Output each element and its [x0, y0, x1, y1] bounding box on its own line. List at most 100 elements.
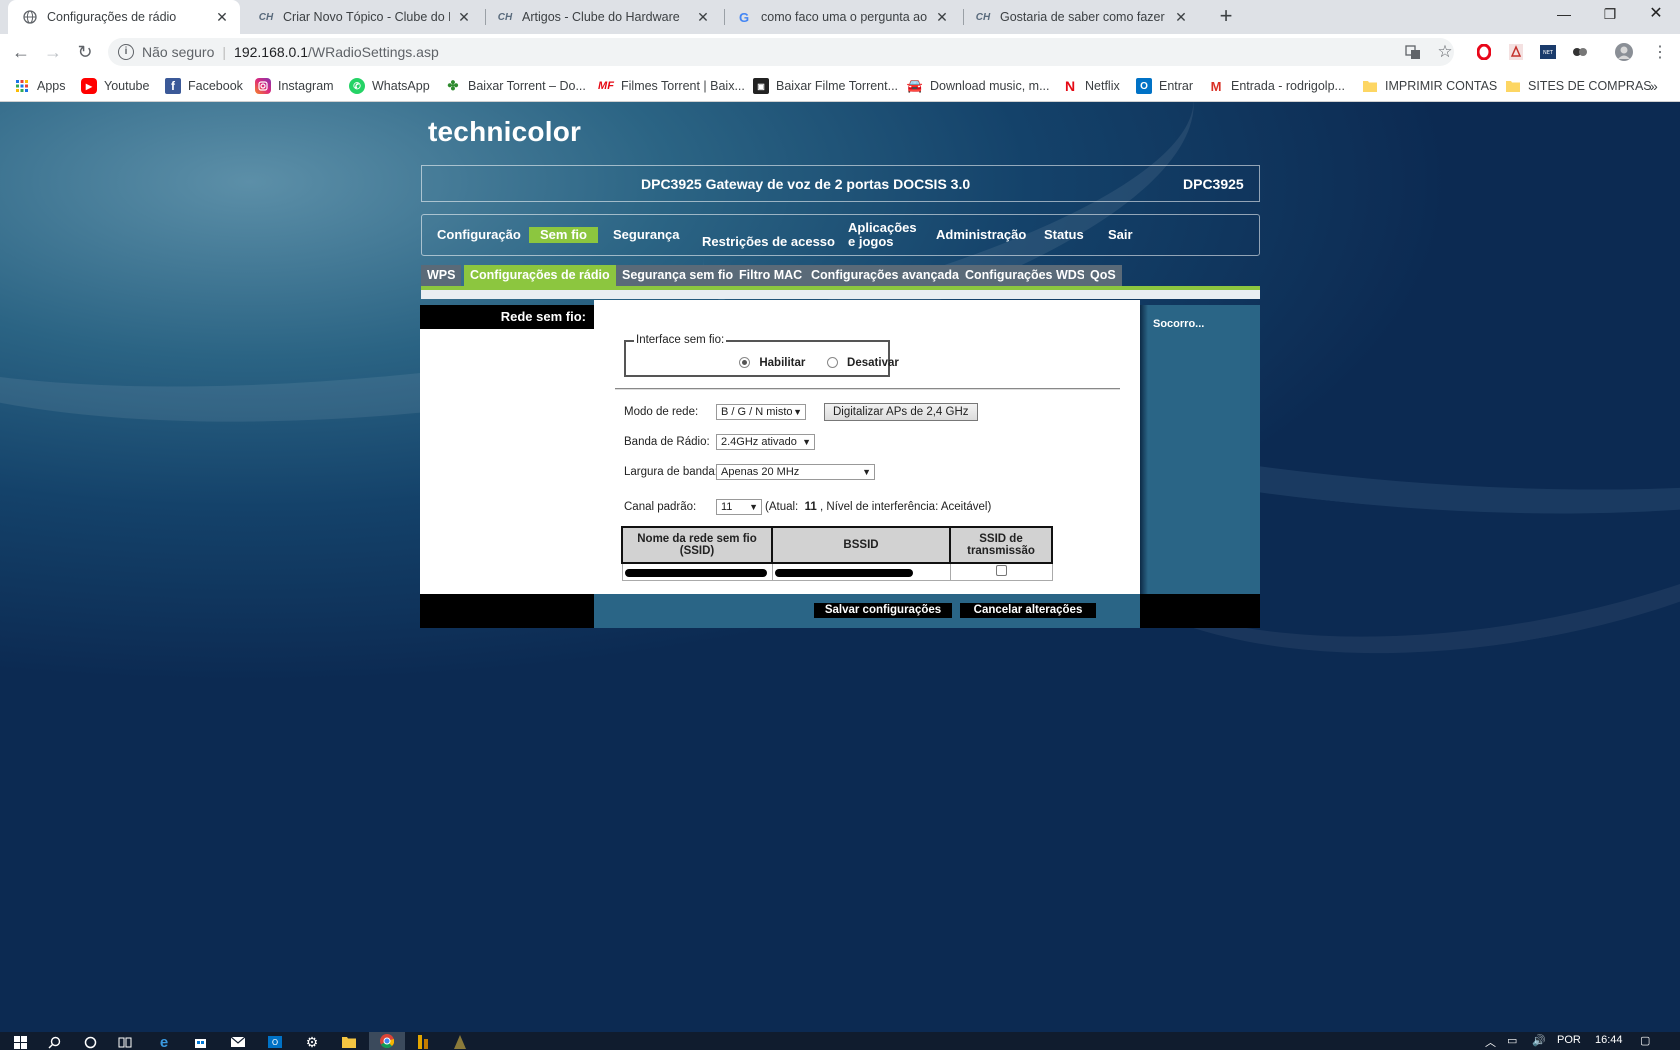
close-icon[interactable]: ✕ — [214, 9, 230, 26]
help-link[interactable]: Socorro... — [1153, 318, 1204, 330]
instagram-icon — [255, 78, 271, 94]
subnav-config-avancadas[interactable]: Configurações avançadas — [805, 265, 972, 286]
close-icon[interactable]: ✕ — [695, 9, 711, 26]
broadcast-checkbox[interactable] — [995, 564, 1007, 576]
subnav-config-radio[interactable]: Configurações de rádio — [464, 265, 616, 286]
nav-sair[interactable]: Sair — [1108, 228, 1133, 242]
bandwidth-value: Apenas 20 MHz — [721, 466, 800, 478]
channel-current: 11 — [804, 501, 817, 513]
radio-desativar-label: Desativar — [847, 356, 899, 369]
info-icon[interactable]: i — [118, 44, 134, 60]
cancel-changes-button[interactable]: Cancelar alterações — [960, 603, 1096, 618]
bookmark-entrar[interactable]: O Entrar — [1136, 77, 1193, 95]
bookmarks-overflow-icon[interactable]: » — [1650, 77, 1658, 95]
broadcast-cell — [949, 562, 1053, 581]
nav-administracao[interactable]: Administração — [936, 228, 1026, 242]
network-mode-select[interactable]: B / G / N misto ▼ — [716, 404, 806, 420]
bookmark-netflix[interactable]: N Netflix — [1062, 77, 1120, 95]
nav-restricoes[interactable]: Restrições de acesso — [702, 235, 835, 249]
address-bar[interactable]: i Não seguro | 192.168.0.1/WRadioSetting… — [108, 38, 1454, 66]
minimize-button[interactable]: — — [1541, 0, 1587, 30]
extensions-icon[interactable] — [1571, 43, 1589, 61]
bookmark-instagram[interactable]: Instagram — [255, 77, 334, 95]
bookmark-apps[interactable]: Apps — [14, 77, 66, 95]
new-tab-button[interactable]: + — [1213, 4, 1239, 30]
router-page: technicolor DPC3925 Gateway de voz de 2 … — [0, 102, 1680, 1032]
nav-sem-fio[interactable]: Sem fio — [529, 227, 598, 243]
profile-avatar[interactable] — [1615, 43, 1633, 61]
outlook-app-icon[interactable]: O — [267, 1034, 283, 1050]
cortana-icon[interactable] — [82, 1034, 98, 1050]
col-bssid-header: BSSID — [771, 526, 951, 564]
menu-kebab-icon[interactable]: ⋮ — [1651, 43, 1669, 61]
opera-icon[interactable] — [1475, 43, 1493, 61]
edge-icon[interactable]: e — [156, 1034, 172, 1050]
radio-desativar[interactable] — [826, 357, 838, 369]
close-window-button[interactable]: ✕ — [1633, 0, 1679, 30]
tab-artigos[interactable]: CH Artigos - Clube do Hardware ✕ — [483, 0, 721, 34]
file-explorer-icon[interactable] — [341, 1034, 357, 1050]
notifications-icon[interactable]: ▢ — [1640, 1034, 1650, 1047]
svg-text:NET: NET — [1543, 50, 1554, 56]
task-view-icon[interactable] — [117, 1034, 133, 1050]
restore-button[interactable]: ❐ — [1587, 0, 1633, 30]
nav-seguranca[interactable]: Segurança — [613, 228, 679, 242]
tab-radio-settings[interactable]: Configurações de rádio ✕ — [8, 0, 240, 34]
subnav-qos[interactable]: QoS — [1084, 265, 1122, 286]
bookmark-facebook[interactable]: f Facebook — [165, 77, 243, 95]
chrome-taskbar-icon[interactable] — [369, 1032, 405, 1050]
network-icon[interactable]: ▭ — [1507, 1034, 1517, 1047]
settings-gear-icon[interactable]: ⚙ — [304, 1034, 320, 1050]
app-icon[interactable] — [415, 1034, 431, 1050]
bookmark-gmail[interactable]: M Entrada - rodrigolp... — [1208, 77, 1345, 95]
windows-start-icon[interactable] — [12, 1034, 28, 1050]
bookmark-baixar-filme[interactable]: ▣ Baixar Filme Torrent... — [753, 77, 898, 95]
back-button[interactable]: ← — [9, 40, 33, 64]
channel-select[interactable]: 11 ▼ — [716, 499, 762, 515]
mail-icon[interactable] — [230, 1034, 246, 1050]
ssid-cell[interactable] — [621, 562, 773, 581]
subnav-config-wds[interactable]: Configurações WDS — [959, 265, 1092, 286]
bookmark-whatsapp[interactable]: ✆ WhatsApp — [349, 77, 430, 95]
bookmark-imprimir-contas[interactable]: IMPRIMIR CONTAS — [1362, 77, 1497, 95]
nav-status[interactable]: Status — [1044, 228, 1084, 242]
tab-google-search[interactable]: G como faco uma o pergunta ao clube ✕ — [722, 0, 960, 34]
bookmark-youtube[interactable]: ▶ Youtube — [81, 77, 149, 95]
scan-aps-button[interactable]: Digitalizar APs de 2,4 GHz — [824, 403, 978, 421]
reload-button[interactable]: ↻ — [73, 40, 97, 64]
extension-icon[interactable]: NET — [1539, 43, 1557, 61]
bookmark-sites-compras[interactable]: SITES DE COMPRAS — [1505, 77, 1652, 95]
bookmark-download-music[interactable]: 🚘 Download music, m... — [907, 77, 1050, 95]
radio-habilitar[interactable] — [739, 357, 750, 369]
close-icon[interactable]: ✕ — [456, 9, 472, 26]
forward-button[interactable]: → — [41, 40, 65, 64]
close-icon[interactable]: ✕ — [1173, 9, 1189, 26]
subnav-filtro-mac[interactable]: Filtro MAC — [733, 265, 809, 286]
tab-criar-topico[interactable]: CH Criar Novo Tópico - Clube do Hardware… — [244, 0, 482, 34]
close-icon[interactable]: ✕ — [934, 9, 950, 26]
subnav-seguranca-sem-fio[interactable]: Segurança sem fio — [616, 265, 740, 286]
bandwidth-select[interactable]: Apenas 20 MHz ▼ — [716, 464, 875, 480]
nav-configuracao[interactable]: Configuração — [437, 228, 521, 242]
radio-band-select[interactable]: 2.4GHz ativado ▼ — [716, 434, 815, 450]
store-icon[interactable] — [192, 1034, 208, 1050]
pdf-icon[interactable] — [1507, 43, 1525, 61]
bookmark-star-icon[interactable]: ☆ — [1436, 42, 1454, 61]
search-icon[interactable] — [46, 1034, 62, 1050]
save-settings-button[interactable]: Salvar configurações — [814, 603, 952, 618]
col-ssid-line1: Nome da rede sem fio — [637, 533, 757, 545]
clock[interactable]: 16:44 — [1595, 1034, 1623, 1046]
radio-habilitar-label: Habilitar — [759, 356, 806, 369]
subnav-wps[interactable]: WPS — [421, 265, 462, 286]
apps-icon — [14, 78, 30, 94]
bookmark-filmes-torrent[interactable]: MF Filmes Torrent | Baix... — [598, 77, 745, 95]
nav-aplicacoes[interactable]: Aplicações e jogos — [848, 221, 917, 249]
translate-icon[interactable] — [1404, 43, 1422, 61]
tab-title: Criar Novo Tópico - Clube do Hardware — [283, 10, 450, 24]
language-indicator[interactable]: POR — [1557, 1034, 1581, 1046]
volume-icon[interactable]: 🔊 — [1532, 1034, 1546, 1047]
tray-chevron-up-icon[interactable]: ︿ — [1485, 1034, 1496, 1050]
tab-gostaria[interactable]: CH Gostaria de saber como fazer para ✕ — [961, 0, 1199, 34]
bookmark-baixar-torrent[interactable]: ✤ Baixar Torrent – Do... — [445, 77, 586, 95]
game-icon[interactable] — [452, 1034, 468, 1050]
